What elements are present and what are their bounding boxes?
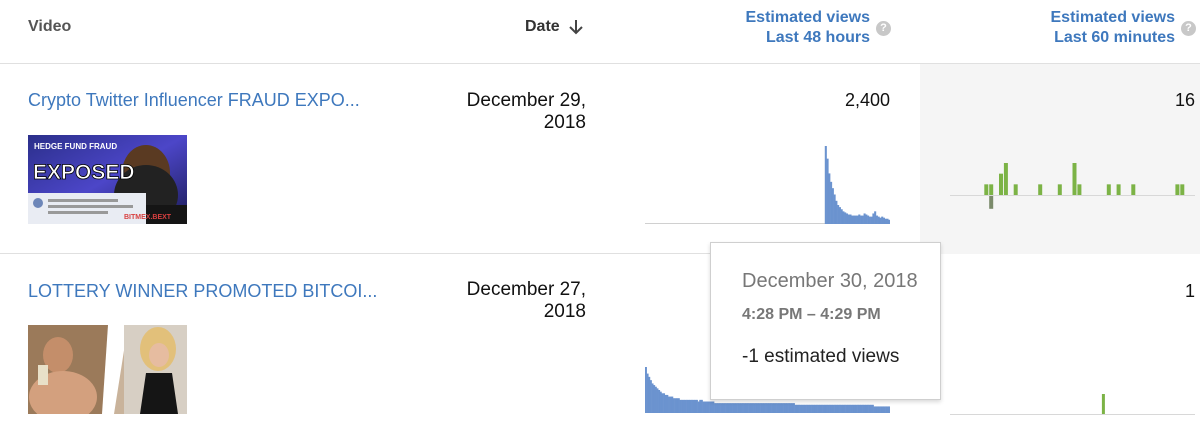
sparkline-bar bbox=[858, 214, 861, 224]
help-icon[interactable]: ? bbox=[876, 21, 891, 36]
sparkline-bar bbox=[854, 215, 857, 224]
sparkline-48h[interactable] bbox=[645, 144, 890, 224]
column-header-date[interactable]: Date bbox=[525, 18, 584, 36]
thumbnail-caption: BITMEX.BEXT bbox=[124, 214, 172, 221]
sparkline-bar bbox=[1180, 184, 1185, 195]
sparkline-bar bbox=[847, 214, 850, 224]
chart-tooltip: December 30, 2018 4:28 PM – 4:29 PM -1 e… bbox=[710, 242, 941, 400]
column-header-video: Video bbox=[28, 18, 72, 35]
sparkline-bar bbox=[1106, 184, 1111, 195]
date-header-label: Date bbox=[525, 18, 560, 35]
sparkline-bar bbox=[826, 158, 829, 224]
sparkline-bar bbox=[882, 217, 886, 224]
views48-header-line1: Estimated views bbox=[745, 9, 871, 26]
thumbnail-image bbox=[28, 325, 187, 414]
sparkline-bar bbox=[999, 173, 1003, 195]
help-icon[interactable]: ? bbox=[1181, 21, 1196, 36]
sparkline-bar bbox=[1077, 184, 1082, 195]
sparkline-bar bbox=[861, 215, 864, 224]
sparkline-bar bbox=[856, 215, 859, 224]
tooltip-date: December 30, 2018 bbox=[742, 270, 918, 292]
sparkline-bar bbox=[851, 215, 854, 224]
video-date-line2: 2018 bbox=[543, 301, 586, 322]
video-thumbnail[interactable]: HEDGE FUND FRAUD EXPOSED BITMEX.BEXT bbox=[28, 135, 187, 224]
sparkline-bar bbox=[1101, 394, 1105, 414]
sparkline-bar bbox=[828, 173, 831, 224]
sparkline-bar bbox=[888, 219, 890, 224]
views48-header-line2: Last 48 hours bbox=[765, 29, 870, 46]
video-date: December 27, 2018 bbox=[440, 279, 586, 323]
sparkline-bar bbox=[838, 207, 841, 224]
sparkline-bar bbox=[1057, 184, 1062, 195]
sparkline-bar bbox=[833, 194, 836, 224]
sparkline-bar bbox=[1038, 184, 1043, 195]
table-row: LOTTERY WINNER PROMOTED BITCOI... Decemb… bbox=[0, 255, 1200, 432]
sparkline-bar bbox=[1072, 163, 1077, 195]
sparkline-bar bbox=[989, 184, 994, 195]
sparkline-bar bbox=[868, 216, 871, 224]
video-thumbnail[interactable] bbox=[28, 325, 187, 414]
thumbnail-caption: EXPOSED bbox=[33, 161, 135, 184]
sparkline-bar bbox=[1116, 184, 1121, 195]
sparkline-bar bbox=[842, 211, 845, 224]
sparkline-bar bbox=[835, 200, 838, 224]
sparkline-bar bbox=[984, 184, 989, 195]
sparkline-bar bbox=[863, 213, 866, 224]
table-header: Video Date Estimated views Last 48 hours… bbox=[0, 0, 1200, 64]
sparkline-bar bbox=[849, 214, 852, 224]
sparkline-bar bbox=[831, 188, 834, 224]
sparkline-bar bbox=[1175, 184, 1180, 195]
video-date-line1: December 27, bbox=[466, 279, 586, 300]
sparkline-bar bbox=[830, 181, 833, 224]
views60-header-line1: Estimated views bbox=[1050, 9, 1176, 26]
views-60m-value: 1 bbox=[1184, 281, 1195, 301]
sparkline-bar bbox=[886, 218, 889, 224]
sparkline-bar bbox=[872, 213, 875, 224]
video-title-link[interactable]: Crypto Twitter Influencer FRAUD EXPO... bbox=[28, 90, 360, 111]
sparkline-bar bbox=[845, 213, 848, 224]
tooltip-time-range: 4:28 PM – 4:29 PM bbox=[742, 306, 881, 323]
sparkline-60m[interactable] bbox=[950, 159, 1195, 219]
tooltip-value: -1 estimated views bbox=[742, 346, 900, 367]
sparkline-bar bbox=[837, 205, 840, 224]
sparkline-bar bbox=[840, 209, 843, 224]
sparkline-bar bbox=[860, 215, 863, 224]
views-60m-value: 16 bbox=[1174, 90, 1195, 110]
sparkline-bar bbox=[884, 218, 887, 224]
sparkline-bar bbox=[1013, 184, 1018, 195]
sparkline-bar bbox=[888, 406, 890, 413]
sparkline-bar bbox=[865, 214, 868, 224]
sparkline-bar bbox=[1003, 163, 1008, 195]
sparkline-bar bbox=[870, 216, 873, 224]
sparkline-bar bbox=[879, 217, 882, 224]
column-header-views-48h[interactable]: Estimated views Last 48 hours bbox=[700, 8, 871, 48]
sparkline-bar bbox=[874, 211, 877, 224]
sparkline-bar bbox=[824, 146, 827, 224]
sparkline-bar bbox=[844, 212, 847, 224]
table-row: Crypto Twitter Influencer FRAUD EXPO... … bbox=[0, 64, 1200, 254]
views-48h-value: 2,400 bbox=[844, 90, 890, 110]
video-date-line2: 2018 bbox=[543, 112, 586, 133]
sparkline-bar bbox=[877, 216, 880, 224]
sparkline-bar bbox=[881, 216, 884, 224]
sparkline-bar bbox=[1131, 184, 1136, 195]
thumbnail-image: HEDGE FUND FRAUD EXPOSED BITMEX.BEXT bbox=[28, 135, 187, 224]
sparkline-bar bbox=[875, 215, 878, 224]
views60-header-line2: Last 60 minutes bbox=[1054, 29, 1175, 46]
column-header-views-60m[interactable]: Estimated views Last 60 minutes bbox=[1000, 8, 1176, 48]
sparkline-bar bbox=[867, 215, 870, 224]
sparkline-bar bbox=[852, 215, 856, 224]
video-title-link[interactable]: LOTTERY WINNER PROMOTED BITCOI... bbox=[28, 281, 377, 302]
sort-descending-icon[interactable] bbox=[568, 18, 584, 36]
sparkline-60m[interactable] bbox=[950, 375, 1195, 415]
sparkline-bar-negative bbox=[989, 196, 994, 209]
video-date: December 29, 2018 bbox=[440, 90, 586, 134]
thumbnail-caption: HEDGE FUND FRAUD bbox=[34, 142, 117, 151]
video-date-line1: December 29, bbox=[466, 90, 586, 111]
